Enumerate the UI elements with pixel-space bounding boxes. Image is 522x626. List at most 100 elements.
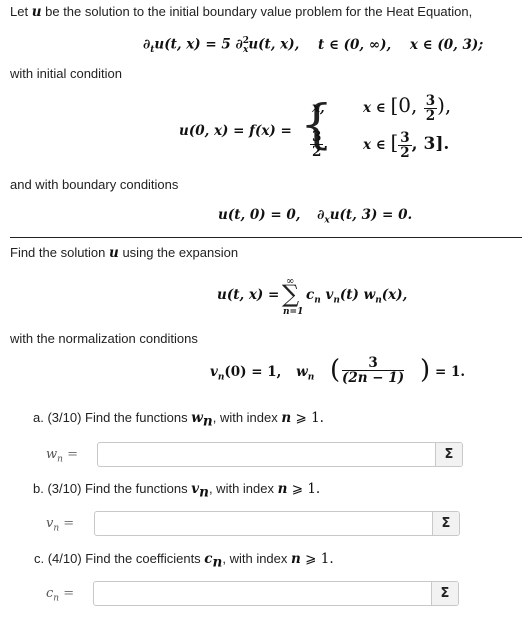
norm-paren-close: ) [420,355,431,385]
norm-frac-inner: 3 (2n − 1) [342,356,405,386]
sigma-icon: Σ [440,586,450,601]
boundary-right: u(t, 3) = 0. [329,207,413,223]
sum-symbol: ∑ [282,280,300,308]
expansion-label-before: Find the solution [10,245,110,260]
part-c-suffix: , with index [222,551,292,566]
v-n-input[interactable] [99,514,433,535]
normalization-conditions: vn(0) = 1, wn [210,364,314,383]
normalization-label: with the normalization conditions [10,331,198,346]
norm-frac: 3 (2n − 1) [342,356,405,386]
case2-interval-frac: 32 [398,131,412,161]
norm-paren-open: ( [330,355,341,385]
case2-value: 32, [310,130,328,159]
expansion-lhs: u(t, x) = [217,287,280,303]
case2-comma: , [323,136,329,152]
t-domain: t ∈ (0, ∞), [318,36,392,53]
w-n-equation-editor-button[interactable]: Σ [435,443,462,466]
part-a-label: wn = [46,447,78,465]
part-a-var: w [191,410,203,426]
part-a-n: n [281,410,292,426]
part-c-prefix: c. (4/10) Find the coefficients [34,551,205,566]
case1-domain-prefix: x ∈ [363,100,391,116]
case2-frac-num: 3 [310,129,324,145]
part-c-var: c [204,551,213,567]
part-a-cond: ⩾ 1. [291,410,324,426]
case1-value: x, [312,100,325,116]
pde-rhs: u(t, x), [248,36,300,53]
part-c-label-eq: = [59,586,75,601]
part-a-question: a. (3/10) Find the functions wn, with in… [33,410,324,430]
case2-interval-close: , 3]. [411,134,450,154]
norm-frac-den: (2n − 1) [342,370,405,386]
part-b-suffix: , with index [208,481,278,496]
c-n-input[interactable] [98,584,432,605]
case2-interval-frac-den: 2 [400,145,410,161]
part-a-label-var: w [46,447,58,462]
case1-frac-den: 2 [425,108,436,124]
boundary-conditions: u(t, 0) = 0, ∂xu(t, 3) = 0. [218,207,412,226]
intro-text-before: Let [10,4,32,19]
part-a-var-sub: n [202,413,213,430]
part-c-question: c. (4/10) Find the coefficients cn, with… [34,551,334,571]
case1-domain: x ∈ [0, 3 2), [363,93,451,123]
case1-interval-close: ), [437,93,452,117]
norm-w-sub: n [307,372,315,383]
w-n-input[interactable] [102,445,436,466]
norm-w: w [296,364,308,380]
intro-var-u: u [31,4,42,20]
rhs-c: c [306,287,315,303]
part-b-n: n [277,481,288,497]
boundary-left: u(t, 0) = 0, [218,207,301,223]
v-n-equation-editor-button[interactable]: Σ [432,512,459,535]
sum-lower-limit: n=1 [283,307,304,317]
part-c-n: n [291,551,301,567]
part-a-suffix: , with index [212,410,282,425]
expansion-label-var: u [109,245,119,261]
w-n-answer-box: Σ [97,442,463,467]
part-a-label-eq: = [62,447,78,462]
initial-condition-lhs: u(0, x) = f(x) = [179,123,292,139]
expansion-rhs: cn vn(t) wn(x), [306,287,407,306]
sigma-icon: Σ [444,447,454,462]
norm-v: v [210,364,218,380]
intro-text-after: be the solution to the initial boundary … [41,4,473,19]
case2-interval-open: [ [390,130,399,154]
case1-frac: 32 [423,93,438,124]
v-n-answer-box: Σ [94,511,460,536]
rhs-w: w [358,287,376,303]
pde-lhs: u(t, x) = 5 ∂ [154,36,243,53]
rhs-v: v [320,287,334,303]
x-domain: x ∈ (0, 3); [409,36,484,53]
part-c-cond: ⩾ 1. [300,551,334,567]
heat-equation: ∂tu(t, x) = 5 ∂2xu(t, x), t ∈ (0, ∞), x … [143,36,483,55]
case2-frac: 32 [310,129,324,160]
part-b-cond: ⩾ 1. [287,481,321,497]
boundary-label: and with boundary conditions [10,177,179,192]
part-b-label-eq: = [59,516,75,531]
part-b-prefix: b. (3/10) Find the functions [33,481,192,496]
expansion-label: Find the solution u using the expansion [10,245,238,261]
section-divider [10,237,522,238]
expansion-label-after: using the expansion [118,245,239,260]
norm-w-rest: = 1. [435,364,466,380]
c-n-equation-editor-button[interactable]: Σ [431,582,458,605]
case2-domain: x ∈ [3 2, 3]. [363,130,449,160]
part-b-var: v [191,481,200,497]
part-a-prefix: a. (3/10) Find the functions [33,410,192,425]
part-c-var-sub: n [212,554,223,571]
sigma-icon: Σ [441,516,451,531]
intro-text: Let u be the solution to the initial bou… [10,4,472,20]
case1-interval-open: [0, [390,93,424,117]
part-b-label: vn = [46,516,74,534]
norm-v-rest: (0) = 1, [224,364,282,380]
part-b-question: b. (3/10) Find the functions vn, with in… [33,481,320,501]
case2-frac-den: 2 [312,144,322,160]
case1-frac-num: 3 [423,93,438,109]
norm-frac-num: 3 [342,356,405,371]
rhs-w-arg: (x), [381,287,408,303]
part-b-var-sub: n [199,484,209,501]
rhs-v-arg: (t) [339,287,359,303]
part-c-label: cn = [46,586,74,604]
case2-domain-prefix: x ∈ [363,137,391,153]
initial-condition-label: with initial condition [10,66,123,81]
